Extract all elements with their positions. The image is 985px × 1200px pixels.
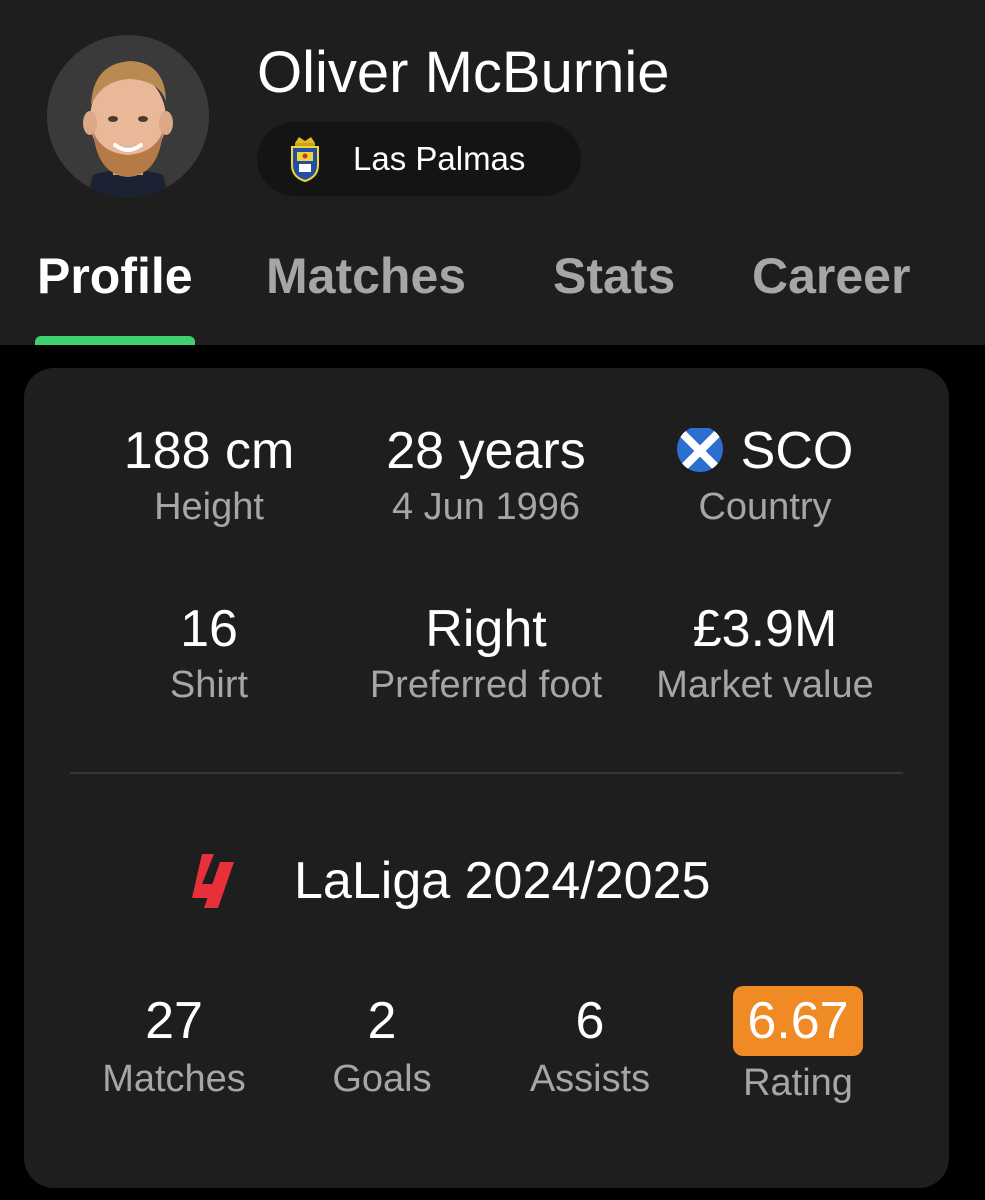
divider: [70, 772, 903, 774]
foot-value: Right: [425, 600, 547, 658]
tab-profile[interactable]: Profile: [37, 246, 193, 306]
country-code: SCO: [740, 422, 854, 480]
player-name: Oliver McBurnie: [257, 40, 670, 105]
country-value-row: SCO: [625, 420, 905, 482]
laliga-logo-icon: [192, 854, 234, 908]
player-photo: [47, 35, 209, 197]
assists-value: 6: [575, 992, 605, 1050]
goals-label: Goals: [332, 1058, 432, 1100]
age-cell: 28 years 4 Jun 1996: [346, 420, 626, 530]
team-name: Las Palmas: [353, 140, 526, 177]
market-value-cell: £3.9M Market value: [625, 598, 905, 708]
assists-label: Assists: [529, 1058, 651, 1100]
player-header: Oliver McBurnie Las Palmas Profile Match…: [0, 0, 985, 345]
age-value: 28 years: [386, 422, 586, 480]
player-avatar: [47, 35, 209, 197]
matches-stat: 27 Matches: [64, 990, 284, 1102]
foot-label: Preferred foot: [369, 664, 603, 706]
rating-label: Rating: [743, 1062, 853, 1104]
rating-stat: 6.67 Rating: [688, 986, 908, 1106]
country-label: Country: [698, 486, 832, 528]
league-title: LaLiga 2024/2025: [294, 852, 711, 910]
height-value: 188 cm: [123, 422, 295, 480]
height-label: Height: [154, 486, 264, 528]
height-cell: 188 cm Height: [69, 420, 349, 530]
birth-date: 4 Jun 1996: [391, 486, 581, 528]
scotland-flag-icon: [676, 426, 723, 472]
foot-cell: Right Preferred foot: [346, 598, 626, 708]
country-cell: SCO Country: [625, 420, 905, 530]
goals-value: 2: [367, 992, 397, 1050]
goals-stat: 2 Goals: [272, 990, 492, 1102]
profile-card: 188 cm Height 28 years 4 Jun 1996 SCO Co…: [24, 368, 949, 1188]
rating-value-row: 6.67: [688, 986, 908, 1056]
tab-stats[interactable]: Stats: [553, 246, 675, 306]
team-chip[interactable]: Las Palmas: [257, 122, 581, 196]
league-selector[interactable]: LaLiga 2024/2025: [24, 846, 949, 916]
tab-career[interactable]: Career: [752, 246, 910, 306]
tab-matches[interactable]: Matches: [266, 246, 466, 306]
shirt-value: 16: [180, 600, 238, 658]
shirt-label: Shirt: [169, 664, 249, 706]
tab-bar: Profile Matches Stats Career: [0, 240, 985, 345]
active-tab-indicator: [35, 336, 195, 345]
matches-label: Matches: [102, 1058, 246, 1100]
las-palmas-crest-icon: [291, 137, 319, 183]
assists-stat: 6 Assists: [480, 990, 700, 1102]
matches-value: 27: [145, 992, 203, 1050]
market-value-label: Market value: [656, 664, 874, 706]
market-value: £3.9M: [692, 600, 838, 658]
rating-badge: 6.67: [733, 986, 863, 1056]
shirt-cell: 16 Shirt: [69, 598, 349, 708]
